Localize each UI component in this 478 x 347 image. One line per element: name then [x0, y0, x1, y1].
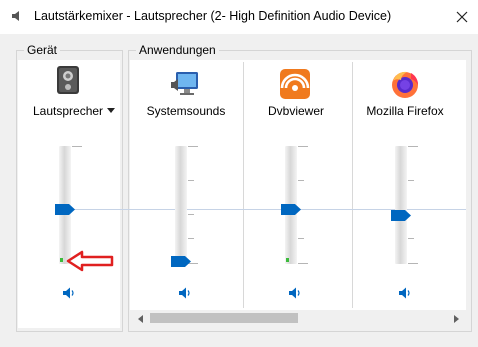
scale-tick [188, 146, 198, 147]
red-arrow-icon [66, 250, 116, 272]
dvbviewer-mute-button[interactable] [288, 286, 302, 300]
scale-tick [408, 263, 418, 264]
channel-label-systemsounds: Systemsounds [146, 104, 226, 118]
device-scale-tick-top [72, 146, 82, 147]
firefox-icon [389, 68, 421, 100]
scale-tick [188, 238, 194, 239]
scroll-right-icon [454, 315, 459, 323]
device-name: Lautsprecher [33, 104, 104, 118]
scale-tick [188, 180, 194, 181]
systemsounds-volume-track[interactable] [175, 146, 187, 264]
speaker-icon [399, 287, 410, 299]
scale-tick [188, 214, 194, 215]
dvbviewer-icon [279, 68, 311, 100]
volume-mixer-app-icon [10, 9, 24, 23]
applications-group-label: Anwendungen [136, 43, 219, 57]
speaker-icon [289, 287, 300, 299]
close-button[interactable] [446, 0, 478, 34]
column-separator [352, 62, 353, 308]
scale-tick [408, 146, 418, 147]
scale-tick [408, 180, 414, 181]
firefox-volume-slider-thumb[interactable] [391, 210, 411, 221]
scale-tick [298, 146, 308, 147]
horizontal-scroll-thumb[interactable] [150, 313, 298, 323]
dvbviewer-volume-slider-thumb[interactable] [281, 204, 301, 215]
window-title: Lautstärkemixer - Lautsprecher (2- High … [34, 9, 392, 23]
device-selector-dropdown[interactable]: Lautsprecher [33, 104, 116, 118]
systemsounds-mute-button[interactable] [178, 286, 192, 300]
scroll-left-icon [138, 315, 143, 323]
scale-tick [408, 238, 414, 239]
scroll-left-button[interactable] [134, 312, 148, 326]
scale-tick [298, 263, 308, 264]
scale-tick [298, 180, 304, 181]
column-separator [243, 62, 244, 308]
firefox-volume-track[interactable] [395, 146, 407, 264]
channel-label-firefox: Mozilla Firefox [366, 104, 444, 118]
speaker-device-icon [52, 64, 84, 96]
systemsounds-volume-slider-thumb[interactable] [171, 256, 191, 267]
speaker-icon [179, 287, 190, 299]
firefox-mute-button[interactable] [398, 286, 412, 300]
scale-tick [298, 238, 304, 239]
device-mute-button[interactable] [62, 286, 76, 300]
device-peak-meter [60, 258, 63, 262]
scroll-right-button[interactable] [449, 312, 463, 326]
close-icon [456, 11, 468, 23]
device-group-label: Gerät [24, 43, 61, 57]
caret-down-icon [107, 108, 116, 113]
system-sounds-icon [169, 68, 201, 100]
speaker-icon [63, 287, 74, 299]
device-volume-slider-thumb[interactable] [55, 204, 75, 215]
channel-label-dvbviewer: Dvbviewer [267, 104, 324, 118]
dvbviewer-peak-meter [286, 258, 289, 262]
